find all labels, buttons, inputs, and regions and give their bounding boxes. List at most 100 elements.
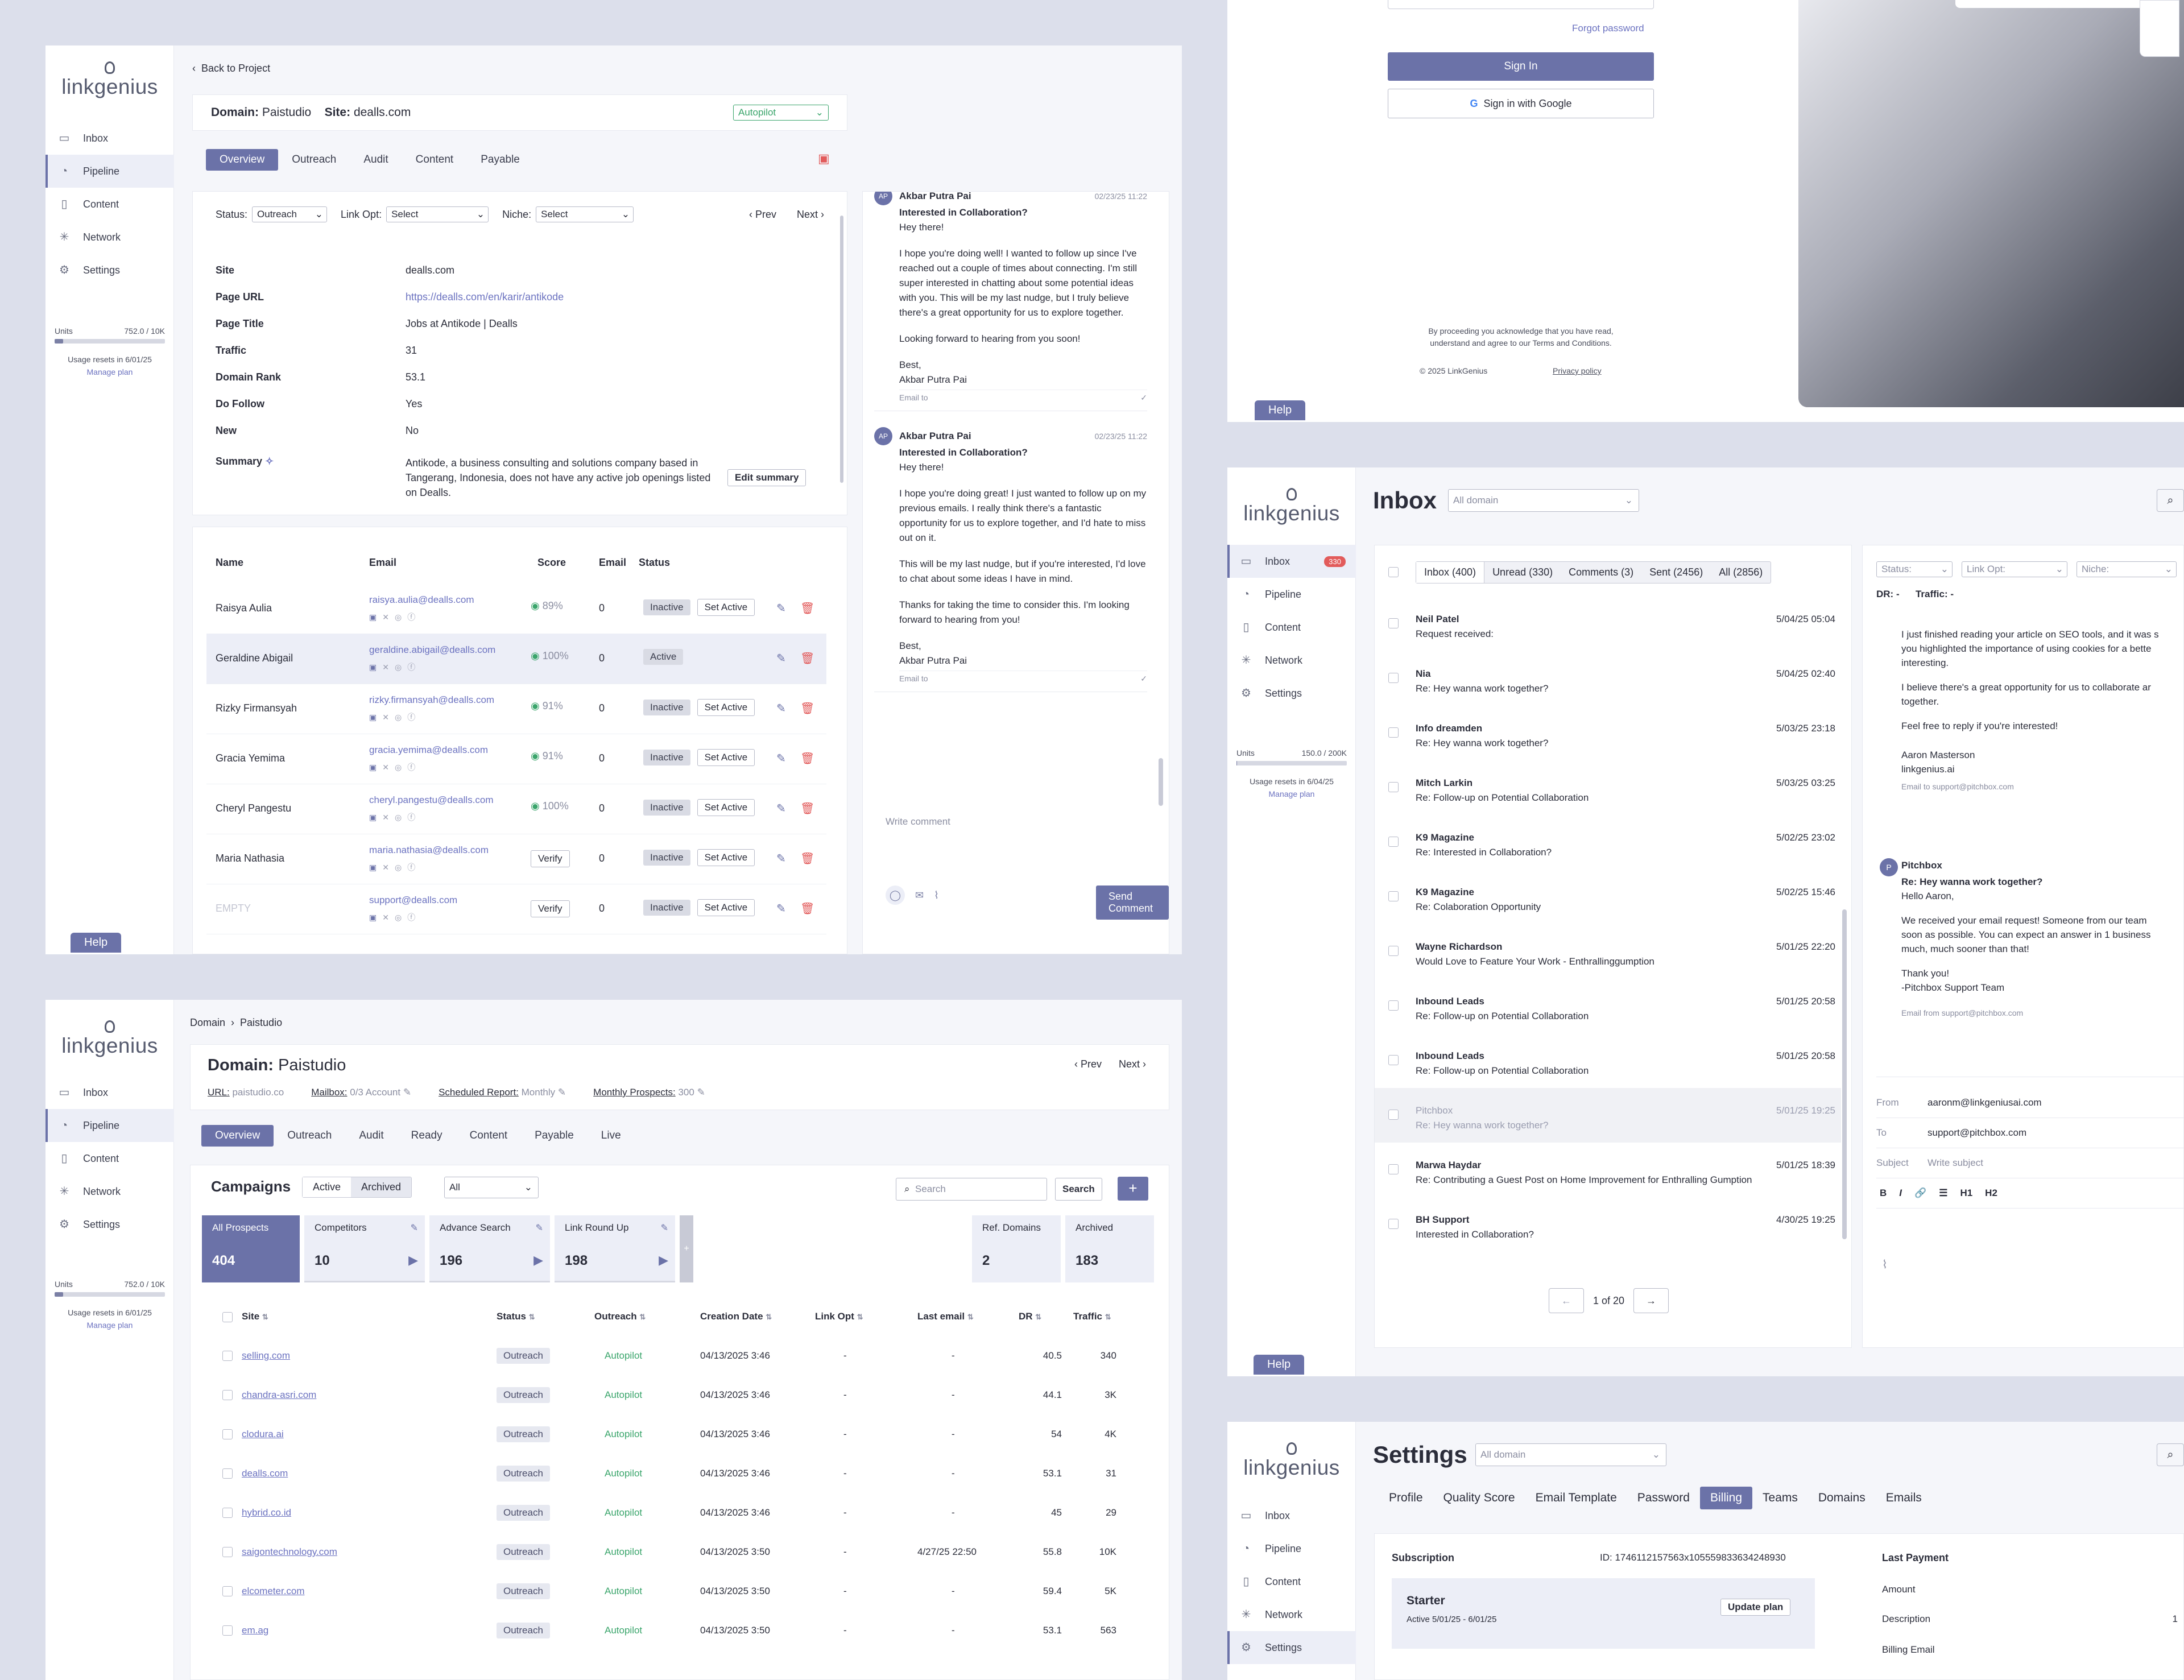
contact-row[interactable]: Rizky Firmansyah rizky.firmansyah@dealls… xyxy=(206,684,826,734)
set-active-button[interactable]: Set Active xyxy=(697,699,755,716)
attachment-icon[interactable]: ⌇ xyxy=(934,885,939,905)
message-item[interactable]: Nia Re: Hey wanna work together? 5/04/25… xyxy=(1375,651,1841,706)
message-checkbox[interactable] xyxy=(1388,1219,1399,1229)
sidebar-item-network[interactable]: ✳ Network xyxy=(1227,1598,1356,1631)
sidebar-item-network[interactable]: ✳ Network xyxy=(46,221,174,254)
campaign-filter-select[interactable]: All ⌄ xyxy=(444,1177,539,1198)
sidebar-item-settings[interactable]: ⚙ Settings xyxy=(1227,677,1356,710)
column-header[interactable]: Traffic ⇅ xyxy=(1073,1311,1141,1322)
mail-icon[interactable]: ✉ xyxy=(915,885,924,905)
instagram-icon[interactable]: ◎ xyxy=(395,613,402,622)
message-checkbox[interactable] xyxy=(1388,618,1399,628)
linkedin-icon[interactable]: ▣ xyxy=(369,763,377,772)
contact-email[interactable]: cheryl.pangestu@dealls.com xyxy=(369,795,494,806)
contact-row[interactable]: Maria Nathasia maria.nathasia@dealls.com… xyxy=(206,834,826,884)
forgot-password-link[interactable]: Forgot password xyxy=(1572,23,1644,34)
row-checkbox[interactable] xyxy=(222,1429,233,1440)
contact-email[interactable]: maria.nathasia@dealls.com xyxy=(369,845,489,856)
delete-icon[interactable]: 🗑 xyxy=(800,851,814,866)
sidebar-item-inbox[interactable]: ▭ Inbox xyxy=(46,1076,174,1109)
instagram-icon[interactable]: ◎ xyxy=(395,863,402,872)
linkedin-icon[interactable]: ▣ xyxy=(369,913,377,922)
tab-all[interactable]: All (2856) xyxy=(1711,562,1771,583)
instagram-icon[interactable]: ◎ xyxy=(395,663,402,672)
edit-icon[interactable]: ✎ xyxy=(776,751,786,765)
table-row[interactable]: elcometer.com Outreach Autopilot 04/13/2… xyxy=(222,1571,1144,1611)
search-input[interactable]: ⌕ Search xyxy=(896,1178,1047,1201)
domain-select[interactable]: All domain ⌄ xyxy=(1475,1443,1666,1466)
facebook-icon[interactable]: ⓕ xyxy=(407,713,415,722)
sidebar-item-content[interactable]: ▯ Content xyxy=(46,1142,174,1175)
contact-row[interactable]: EMPTY support@dealls.com ▣ ✕ ◎ ⓕ Verify 0 I… xyxy=(206,884,826,934)
edit-icon[interactable]: ✎ xyxy=(776,601,786,615)
message-item[interactable]: Neil Patel Request received: 5/04/25 05:… xyxy=(1375,597,1841,651)
row-checkbox[interactable] xyxy=(222,1508,233,1518)
update-plan-button[interactable]: Update plan xyxy=(1720,1599,1791,1616)
stat-card[interactable]: Advance Search 196 ✎ ▶ xyxy=(429,1215,550,1282)
align-icon[interactable]: ☰ xyxy=(1939,1178,1947,1208)
linkedin-icon[interactable]: ▣ xyxy=(369,863,377,872)
sign-in-button[interactable]: Sign In xyxy=(1388,52,1654,81)
search-icon[interactable]: ⌕ xyxy=(2157,489,2184,512)
prev-button[interactable]: ‹ Prev xyxy=(749,209,776,221)
stat-card[interactable]: All Prospects 404 xyxy=(202,1215,300,1282)
bold-icon[interactable]: B xyxy=(1880,1178,1887,1208)
niche-select[interactable]: Select ⌄ xyxy=(536,206,634,222)
instagram-icon[interactable]: ◎ xyxy=(395,913,402,922)
table-row[interactable]: hybrid.co.id Outreach Autopilot 04/13/20… xyxy=(222,1493,1144,1532)
table-row[interactable]: em.ag Outreach Autopilot 04/13/2025 3:50… xyxy=(222,1611,1144,1650)
message-item[interactable]: K9 Magazine Re: Interested in Collaborat… xyxy=(1375,815,1841,870)
edit-icon[interactable]: ✎ xyxy=(536,1222,543,1234)
tab-overview[interactable]: Overview xyxy=(201,1125,274,1147)
tab-content[interactable]: Content xyxy=(402,149,468,171)
to-field[interactable]: support@pitchbox.com xyxy=(1927,1127,2026,1138)
x-icon[interactable]: ✕ xyxy=(382,713,389,722)
tab-profile[interactable]: Profile xyxy=(1379,1487,1433,1509)
edit-icon[interactable]: ✎ xyxy=(776,651,786,665)
site-link[interactable]: chandra-asri.com xyxy=(242,1389,497,1401)
back-to-project-link[interactable]: ‹ Back to Project xyxy=(192,63,270,75)
niche-select[interactable]: Niche: ⌄ xyxy=(2077,561,2177,577)
tab-password[interactable]: Password xyxy=(1627,1487,1700,1509)
segment-active[interactable]: Active xyxy=(303,1177,351,1197)
edit-icon[interactable]: ✎ xyxy=(697,1087,705,1098)
facebook-icon[interactable]: ⓕ xyxy=(407,913,415,922)
tab-teams[interactable]: Teams xyxy=(1752,1487,1808,1509)
tab-ready[interactable]: Ready xyxy=(398,1125,456,1147)
contact-row[interactable]: Raisya Aulia raisya.aulia@dealls.com ▣ ✕ ◎… xyxy=(206,584,826,634)
from-field[interactable]: aaronm@linkgeniusai.com xyxy=(1927,1097,2042,1108)
select-all-checkbox[interactable] xyxy=(222,1311,233,1322)
tab-quality-score[interactable]: Quality Score xyxy=(1433,1487,1525,1509)
prev-button[interactable]: ‹ Prev xyxy=(1074,1058,1102,1070)
message-item[interactable]: BH Support Interested in Collaboration? … xyxy=(1375,1197,1841,1252)
tab-sent[interactable]: Sent (2456) xyxy=(1641,562,1711,583)
site-link[interactable]: elcometer.com xyxy=(242,1586,497,1597)
message-checkbox[interactable] xyxy=(1388,782,1399,792)
table-row[interactable]: dealls.com Outreach Autopilot 04/13/2025… xyxy=(222,1454,1144,1493)
verify-button[interactable]: Verify xyxy=(531,850,570,867)
tab-emails[interactable]: Emails xyxy=(1876,1487,1932,1509)
row-checkbox[interactable] xyxy=(222,1390,233,1401)
message-item[interactable]: Inbound Leads Re: Follow-up on Potential… xyxy=(1375,979,1841,1033)
google-sign-in-button[interactable]: G Sign in with Google xyxy=(1388,89,1654,118)
tab-domains[interactable]: Domains xyxy=(1808,1487,1876,1509)
message-item[interactable]: Mitch Larkin Re: Follow-up on Potential … xyxy=(1375,760,1841,815)
message-item[interactable]: Marwa Haydar Re: Contributing a Guest Po… xyxy=(1375,1143,1841,1197)
facebook-icon[interactable]: ⓕ xyxy=(407,613,415,622)
table-row[interactable]: saigontechnology.com Outreach Autopilot … xyxy=(222,1532,1144,1571)
next-button[interactable]: Next › xyxy=(797,209,824,221)
x-icon[interactable]: ✕ xyxy=(382,813,389,822)
search-button[interactable]: Search xyxy=(1055,1178,1102,1201)
help-button[interactable]: Help xyxy=(71,933,122,953)
contact-row[interactable]: Cheryl Pangestu cheryl.pangestu@dealls.c… xyxy=(206,784,826,834)
edit-icon[interactable]: ✎ xyxy=(776,701,786,715)
delete-icon[interactable]: 🗑 xyxy=(800,901,814,916)
attachment-icon[interactable]: ⌇ xyxy=(1882,1257,1888,1272)
x-icon[interactable]: ✕ xyxy=(382,763,389,772)
contact-email[interactable]: geraldine.abigail@dealls.com xyxy=(369,644,495,656)
domain-select[interactable]: All domain ⌄ xyxy=(1448,489,1639,512)
x-icon[interactable]: ✕ xyxy=(382,663,389,672)
tab-live[interactable]: Live xyxy=(588,1125,635,1147)
thread-scrollbar[interactable] xyxy=(1159,758,1163,806)
site-link[interactable]: saigontechnology.com xyxy=(242,1546,497,1558)
